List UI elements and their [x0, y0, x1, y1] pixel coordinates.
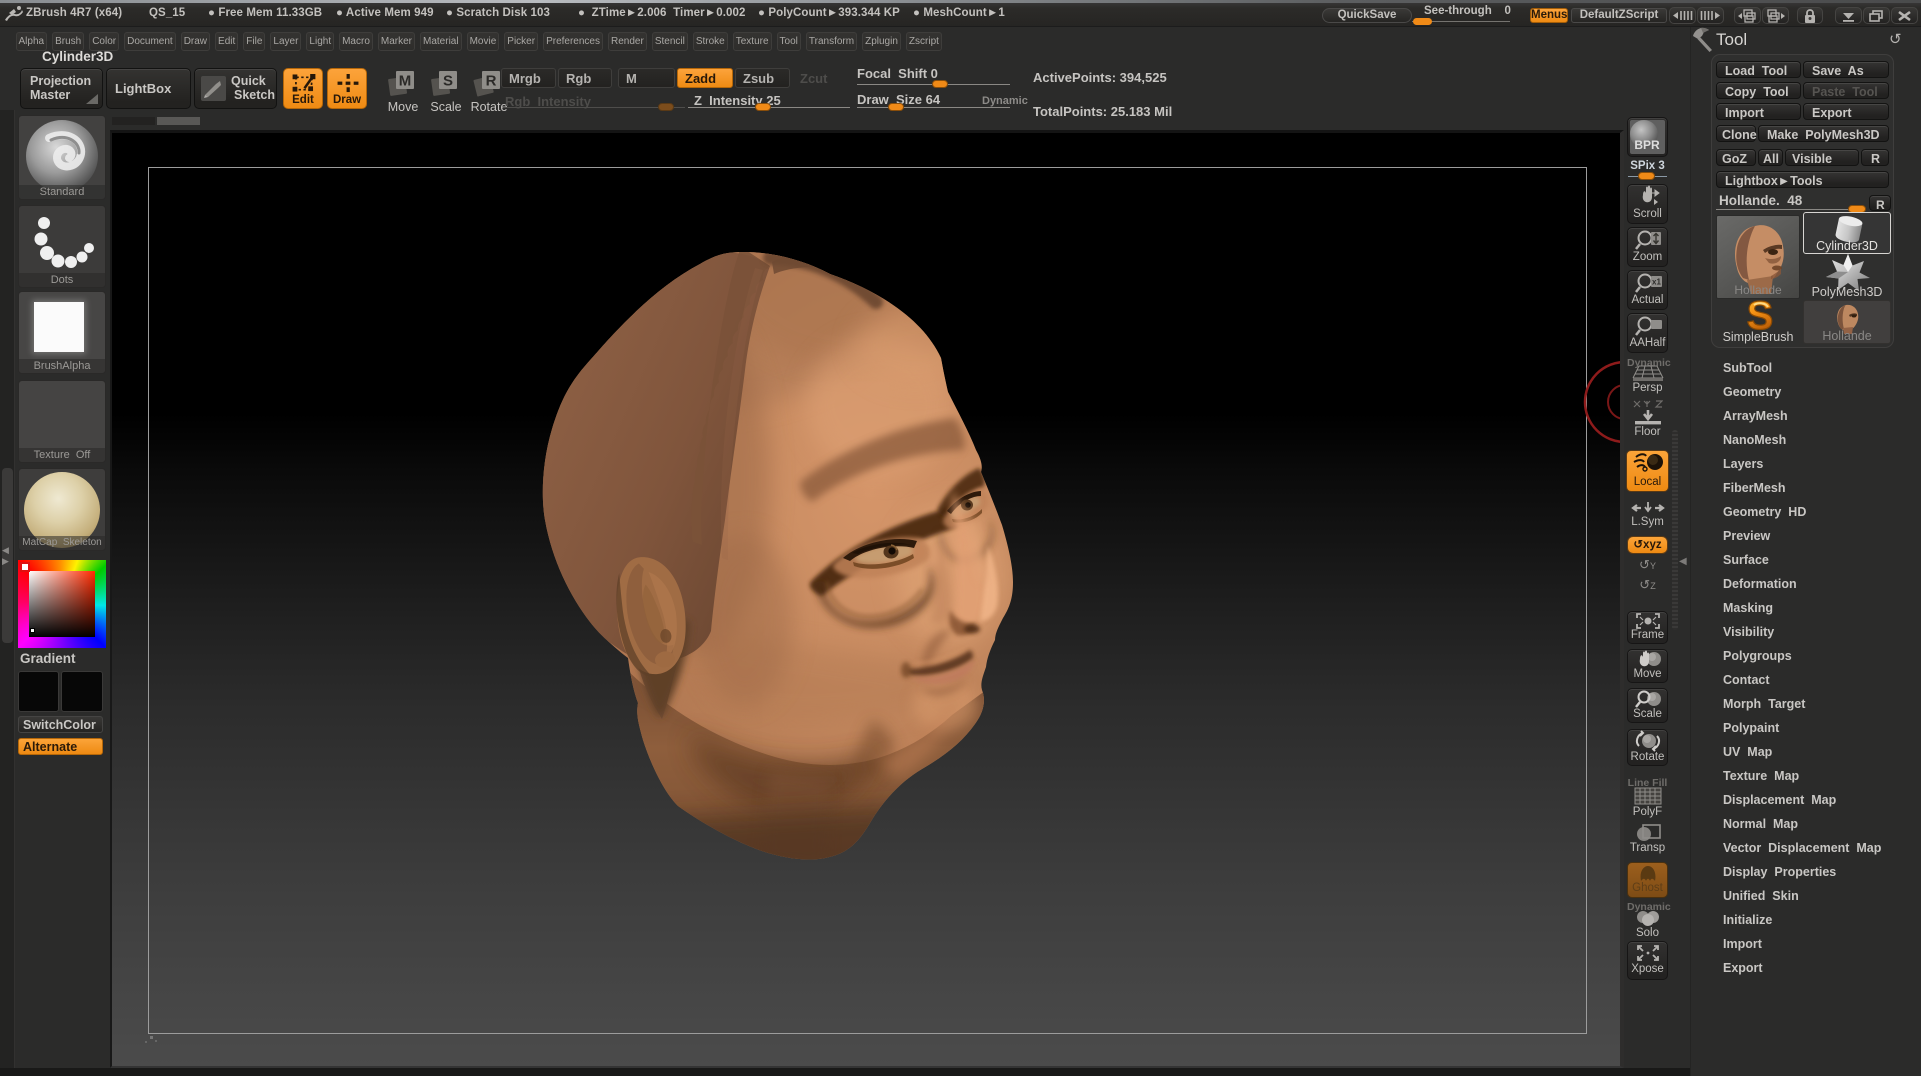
svg-text:M: M: [399, 73, 412, 90]
svg-text:S: S: [443, 73, 453, 90]
svg-text:x1: x1: [1652, 278, 1661, 287]
svg-text:BPR: BPR: [1634, 138, 1660, 152]
svg-text:R: R: [486, 73, 497, 90]
